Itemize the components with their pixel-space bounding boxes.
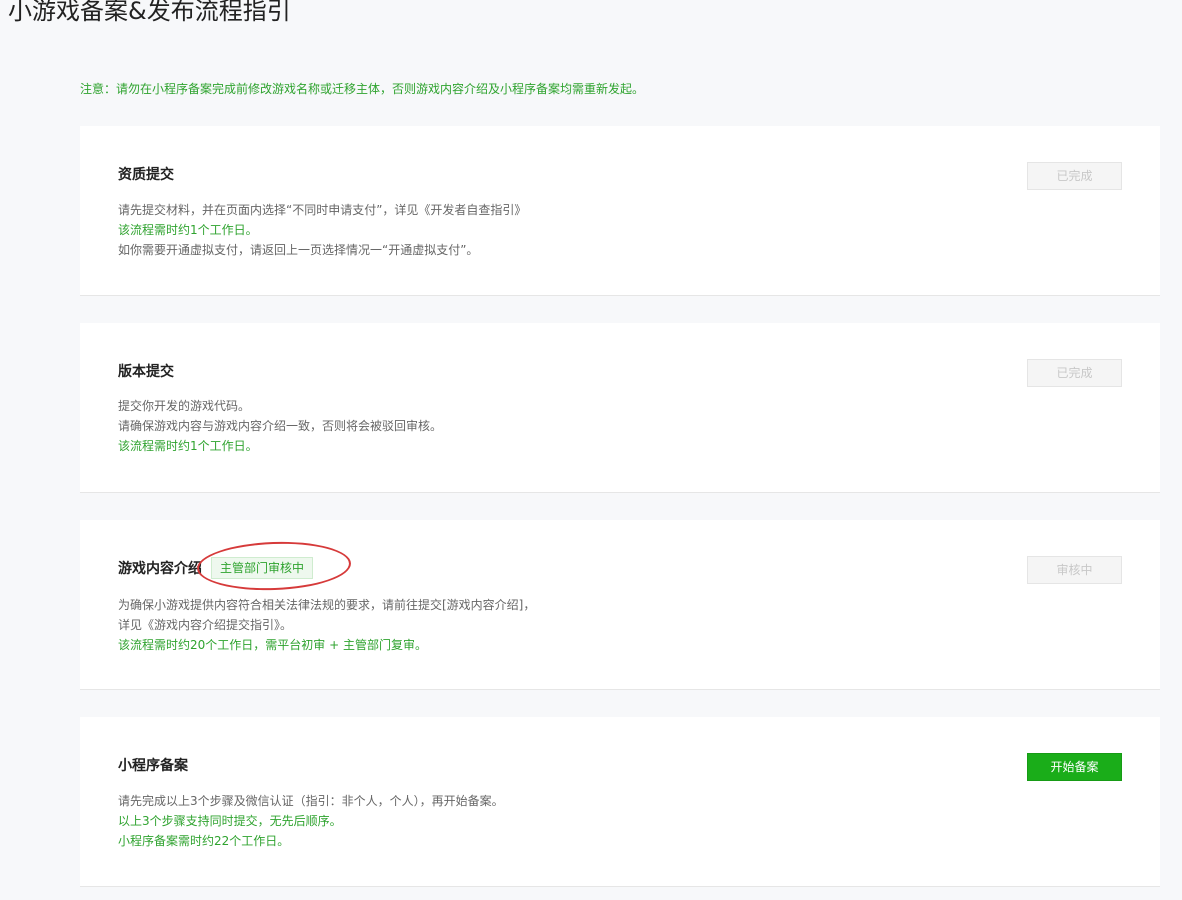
step-card-filing: 小程序备案 请先完成以上3个步骤及微信认证（指引：非个人，个人），再开始备案。 … — [80, 717, 1160, 887]
step-line: 请先完成以上3个步骤及微信认证（指引：非个人，个人），再开始备案。 — [118, 794, 504, 808]
step-line: 提交你开发的游戏代码。 — [118, 399, 251, 413]
step-description: 请先提交材料，并在页面内选择“不同时申请支付”，详见《开发者自查指引》 该流程需… — [118, 200, 526, 260]
notice-text: 注意：请勿在小程序备案完成前修改游戏名称或迁移主体，否则游戏内容介绍及小程序备案… — [80, 82, 645, 96]
step-line: 如你需要开通虚拟支付，请返回上一页选择情况一“开通虚拟支付”。 — [118, 243, 479, 257]
step-line: 请先提交材料，并在页面内选择“不同时申请支付”，详见《开发者自查指引》 — [118, 203, 527, 217]
status-badge: 主管部门审核中 — [211, 557, 314, 579]
completed-button[interactable]: 已完成 — [1027, 359, 1122, 387]
completed-button[interactable]: 已完成 — [1027, 162, 1122, 190]
step-line: 以上3个步骤支持同时提交，无先后顺序。 — [118, 814, 342, 828]
step-description: 提交你开发的游戏代码。 请确保游戏内容与游戏内容介绍一致，否则将会被驳回审核。 … — [118, 396, 442, 456]
step-title: 版本提交 — [118, 364, 174, 380]
step-line: 为确保小游戏提供内容符合相关法律法规的要求，请前往提交[游戏内容介绍]， — [118, 598, 536, 612]
step-card-game-content: 游戏内容介绍 主管部门审核中 为确保小游戏提供内容符合相关法律法规的要求，请前往… — [80, 520, 1160, 690]
step-line: 小程序备案需时约22个工作日。 — [118, 834, 290, 848]
step-description: 为确保小游戏提供内容符合相关法律法规的要求，请前往提交[游戏内容介绍]， 详见《… — [118, 595, 535, 655]
step-line: 该流程需时约1个工作日。 — [118, 439, 258, 453]
step-line: 该流程需时约1个工作日。 — [118, 223, 258, 237]
step-title: 游戏内容介绍 — [118, 561, 202, 577]
step-line: 详见《游戏内容介绍提交指引》。 — [118, 618, 293, 632]
start-filing-button[interactable]: 开始备案 — [1027, 753, 1122, 781]
step-description: 请先完成以上3个步骤及微信认证（指引：非个人，个人），再开始备案。 以上3个步骤… — [118, 791, 504, 851]
step-title: 小程序备案 — [118, 758, 188, 774]
reviewing-button[interactable]: 审核中 — [1027, 556, 1122, 584]
step-title: 资质提交 — [118, 167, 174, 183]
step-line: 该流程需时约20个工作日，需平台初审 + 主管部门复审。 — [118, 638, 427, 652]
step-card-qualification: 资质提交 请先提交材料，并在页面内选择“不同时申请支付”，详见《开发者自查指引》… — [80, 126, 1160, 296]
step-card-version: 版本提交 提交你开发的游戏代码。 请确保游戏内容与游戏内容介绍一致，否则将会被驳… — [80, 323, 1160, 493]
page-title: 小游戏备案&发布流程指引 — [8, 0, 291, 25]
step-line: 请确保游戏内容与游戏内容介绍一致，否则将会被驳回审核。 — [118, 419, 443, 433]
